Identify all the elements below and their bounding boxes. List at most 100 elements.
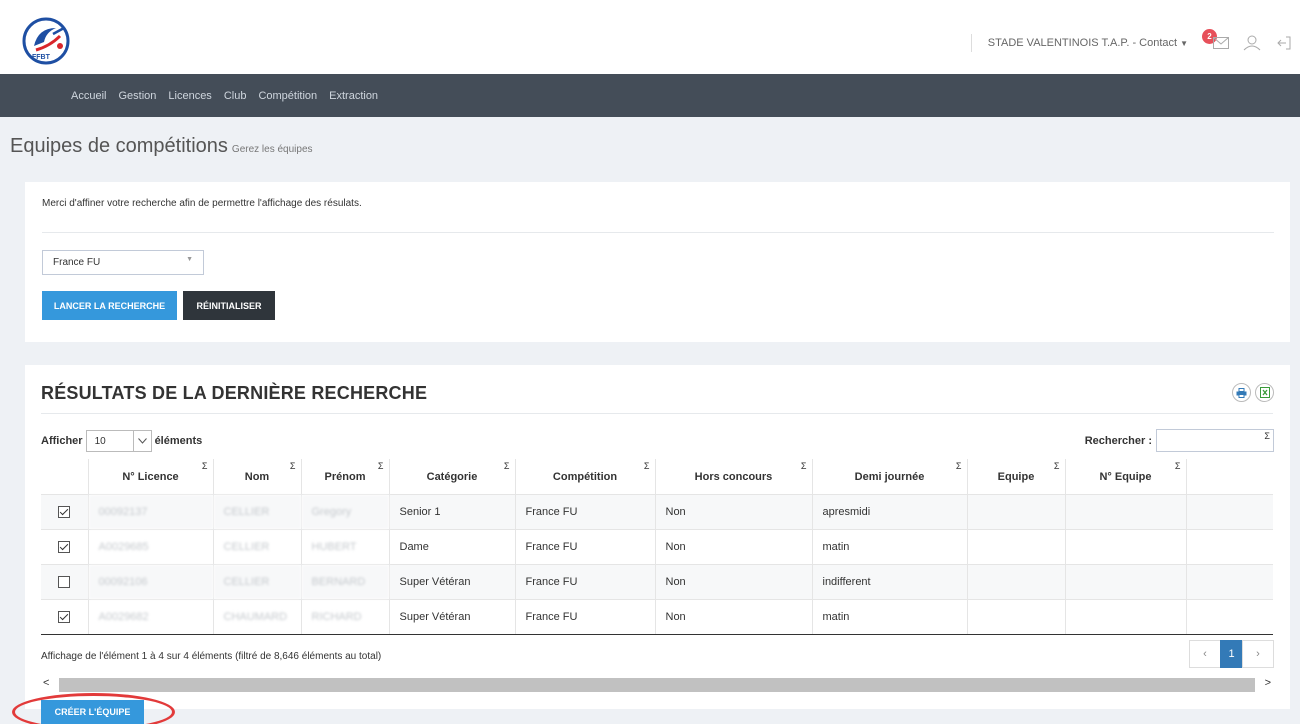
table-row: A0029682 CHAUMARD RICHARD Super Vétéran … <box>41 599 1273 635</box>
horizontal-scrollbar[interactable]: < > <box>41 677 1273 692</box>
cell-prenom: Gregory <box>300 494 389 530</box>
chevron-down-icon <box>132 431 151 451</box>
cell-num-equipe <box>1064 494 1186 530</box>
cell-demi-journee: apresmidi <box>811 494 967 530</box>
cell-categorie: Senior 1 <box>388 494 515 530</box>
column-header-prenom[interactable]: Prénom Σ <box>300 459 389 495</box>
page-length-select[interactable]: 10 <box>85 430 152 452</box>
logout-icon[interactable] <box>1276 35 1292 51</box>
top-bar: FFBT STADE VALENTINOIS T.A.P. - Contact ▼… <box>0 0 1300 74</box>
row-checkbox[interactable] <box>58 505 71 518</box>
envelope-icon <box>1213 37 1229 49</box>
pagination-next[interactable]: › <box>1242 640 1274 668</box>
pagination-page-1[interactable]: 1 <box>1220 640 1243 668</box>
nav-item-gestion[interactable]: Gestion <box>118 90 156 102</box>
nav-item-extraction[interactable]: Extraction <box>329 90 378 102</box>
cell-licence: A0029685 <box>87 529 213 565</box>
annotation-highlight-ellipse <box>12 693 175 724</box>
cell-categorie: Dame <box>388 529 515 565</box>
column-header-nom[interactable]: Nom Σ <box>212 459 301 495</box>
header-divider <box>970 34 972 52</box>
cell-competition: France FU <box>514 564 655 600</box>
column-header-equipe[interactable]: Equipe Σ <box>966 459 1065 495</box>
cell-extra <box>1185 564 1273 600</box>
table-row: 00092137 CELLIER Gregory Senior 1 France… <box>41 494 1273 530</box>
cell-equipe <box>966 564 1065 600</box>
page-length-control: Afficher 10 éléments <box>41 430 202 452</box>
caret-down-icon: ▼ <box>1180 39 1188 48</box>
cell-nom: CHAUMARD <box>212 599 301 635</box>
column-header-demi-journee[interactable]: Demi journée Σ <box>811 459 967 495</box>
sigma-icon: Σ <box>1264 431 1270 441</box>
competition-select-value: France FU <box>53 257 101 268</box>
user-icon[interactable] <box>1240 35 1264 51</box>
cell-nom: CELLIER <box>212 564 301 600</box>
cell-hors-concours: Non <box>654 564 812 600</box>
table-search-input[interactable]: Σ <box>1156 429 1274 452</box>
show-label: Afficher <box>41 435 83 447</box>
cell-categorie: Super Vétéran <box>388 564 515 600</box>
column-header-hors-concours[interactable]: Hors concours Σ <box>654 459 812 495</box>
excel-icon <box>1259 387 1270 398</box>
cell-competition: France FU <box>514 529 655 565</box>
elements-label: éléments <box>154 435 203 447</box>
page-title-text: Equipes de compétitions <box>10 135 228 157</box>
scroll-left-arrow[interactable]: < <box>43 677 49 689</box>
row-checkbox[interactable] <box>58 540 71 553</box>
row-checkbox[interactable] <box>58 610 71 623</box>
scroll-right-arrow[interactable]: > <box>1265 677 1271 689</box>
search-instructions: Merci d'affiner votre recherche afin de … <box>42 198 362 209</box>
club-contact-dropdown[interactable]: STADE VALENTINOIS T.A.P. - Contact ▼ <box>988 37 1188 49</box>
ffbt-logo[interactable]: FFBT <box>20 16 76 68</box>
caret-down-icon: ▼ <box>186 256 193 263</box>
table-row: 00092106 CELLIER BERNARD Super Vétéran F… <box>41 564 1273 600</box>
column-header-extra <box>1185 459 1273 495</box>
page-length-value: 10 <box>94 435 106 447</box>
cell-licence: 00092137 <box>87 494 213 530</box>
results-title: RÉSULTATS DE LA DERNIÈRE RECHERCHE <box>41 383 428 403</box>
table-header-row: N° Licence Σ Nom Σ Prénom Σ Catégorie Σ Comp… <box>41 459 1273 495</box>
pagination-prev[interactable]: ‹ <box>1189 640 1221 668</box>
scrollbar-thumb[interactable] <box>59 678 1255 692</box>
results-panel: RÉSULTATS DE LA DERNIÈRE RECHERCHE Affic… <box>25 365 1290 709</box>
cell-demi-journee: matin <box>811 529 967 565</box>
column-header-licence[interactable]: N° Licence Σ <box>87 459 213 495</box>
cell-equipe <box>966 529 1065 565</box>
launch-search-button[interactable]: LANCER LA RECHERCHE <box>42 291 177 320</box>
column-header-categorie[interactable]: Catégorie Σ <box>388 459 515 495</box>
table-search: Rechercher : Σ <box>1085 429 1274 452</box>
table-row: A0029685 CELLIER HUBERT Dame France FU N… <box>41 529 1273 565</box>
cell-demi-journee: indifferent <box>811 564 967 600</box>
cell-demi-journee: matin <box>811 599 967 635</box>
select-column-header <box>41 459 88 495</box>
cell-extra <box>1185 529 1273 565</box>
column-header-num-equipe[interactable]: N° Equipe Σ <box>1064 459 1186 495</box>
nav-item-licences[interactable]: Licences <box>168 90 211 102</box>
column-header-competition[interactable]: Compétition Σ <box>514 459 655 495</box>
export-excel-button[interactable] <box>1255 383 1274 402</box>
pagination: ‹ 1 › <box>1189 640 1274 668</box>
cell-competition: France FU <box>514 599 655 635</box>
table-info: Affichage de l'élément 1 à 4 sur 4 éléme… <box>41 651 382 662</box>
nav-item-competition[interactable]: Compétition <box>258 90 317 102</box>
cell-extra <box>1185 599 1273 635</box>
cell-prenom: BERNARD <box>300 564 389 600</box>
print-button[interactable] <box>1232 383 1251 402</box>
cell-hors-concours: Non <box>654 529 812 565</box>
results-table: N° Licence Σ Nom Σ Prénom Σ Catégorie Σ Comp… <box>41 459 1273 635</box>
nav-item-club[interactable]: Club <box>224 90 247 102</box>
club-contact-label: STADE VALENTINOIS T.A.P. - Contact <box>987 37 1178 49</box>
search-label: Rechercher : <box>1084 434 1152 447</box>
svg-text:FFBT: FFBT <box>32 54 51 61</box>
notifications-button[interactable]: 2 <box>1202 29 1229 51</box>
cell-extra <box>1185 494 1273 530</box>
row-checkbox[interactable] <box>58 575 71 588</box>
cell-categorie: Super Vétéran <box>388 599 515 635</box>
cell-prenom: HUBERT <box>300 529 389 565</box>
reset-button[interactable]: RÉINITIALISER <box>183 291 275 320</box>
competition-select[interactable]: France FU ▼ <box>42 250 204 275</box>
nav-item-accueil[interactable]: Accueil <box>71 90 106 102</box>
printer-icon <box>1236 387 1247 398</box>
search-panel: Merci d'affiner votre recherche afin de … <box>25 182 1290 342</box>
cell-hors-concours: Non <box>654 494 812 530</box>
